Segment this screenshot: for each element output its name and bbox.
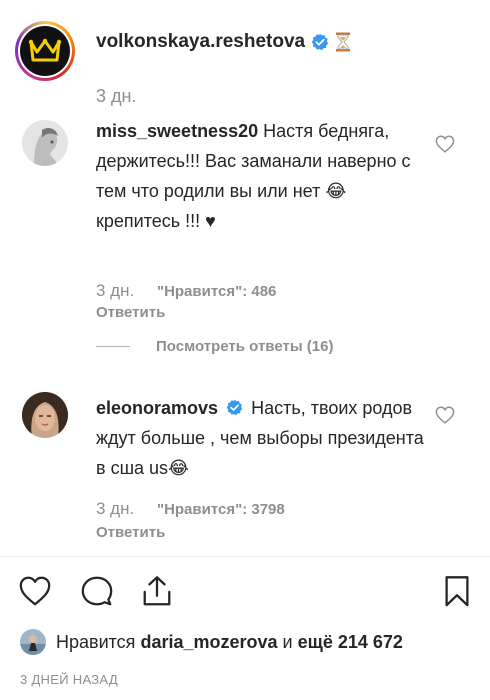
comment-icon[interactable] [80,574,114,608]
comment-username[interactable]: eleonoramovs [96,398,218,418]
comment-likes-count[interactable]: "Нравится": 486 [157,283,276,300]
commenter-avatar[interactable] [22,120,68,166]
comment-likes-count[interactable]: "Нравится": 3798 [157,501,285,518]
comment-body: miss_sweetness20 Настя бедняга, держитес… [96,116,426,236]
comment-username[interactable]: miss_sweetness20 [96,121,258,141]
share-icon[interactable] [140,574,174,608]
liker-username[interactable]: daria_mozerova [140,632,277,653]
post-date: 3 ДНЕЙ НАЗАД [20,672,118,687]
comment-like-heart-icon[interactable] [435,406,455,424]
divider [0,556,490,557]
comment-body: eleonoramovs Насть, твоих родов ждут бол… [96,393,426,483]
reply-button[interactable]: Ответить [96,304,165,321]
reply-button[interactable]: Ответить [96,524,165,541]
view-replies-button[interactable]: Посмотреть ответы (16) [96,338,333,355]
verified-badge-icon [226,399,243,416]
crown-logo-icon [20,26,70,76]
replies-line [96,346,130,347]
author-username-row: volkonskaya.reshetova [96,31,351,53]
post-time: 3 дн. [96,86,137,106]
comment-time: 3 дн. [96,281,135,300]
comment-time: 3 дн. [96,499,135,518]
author-username[interactable]: volkonskaya.reshetova [96,31,305,53]
likes-conjunction: и [282,631,293,652]
post-header: volkonskaya.reshetova 3 дн. [0,0,490,120]
action-bar [0,566,490,620]
bookmark-icon[interactable] [440,574,474,608]
author-avatar[interactable] [15,21,75,81]
verified-badge-icon [311,33,329,51]
likes-prefix: Нравится [56,631,136,652]
comment-meta: 3 дн. "Нравится": 3798 [96,499,285,519]
comment-meta: 3 дн. "Нравится": 486 [96,281,276,301]
likes-others-count[interactable]: ещё 214 672 [298,632,403,653]
liker-avatar[interactable] [20,629,46,655]
view-replies-label: Посмотреть ответы (16) [156,338,334,355]
commenter-avatar[interactable] [22,392,68,438]
likes-summary: Нравится daria_mozerova и ещё 214 672 [20,628,403,656]
comment-like-heart-icon[interactable] [435,135,455,153]
heart-icon[interactable] [18,574,52,608]
hourglass-icon [336,32,351,52]
